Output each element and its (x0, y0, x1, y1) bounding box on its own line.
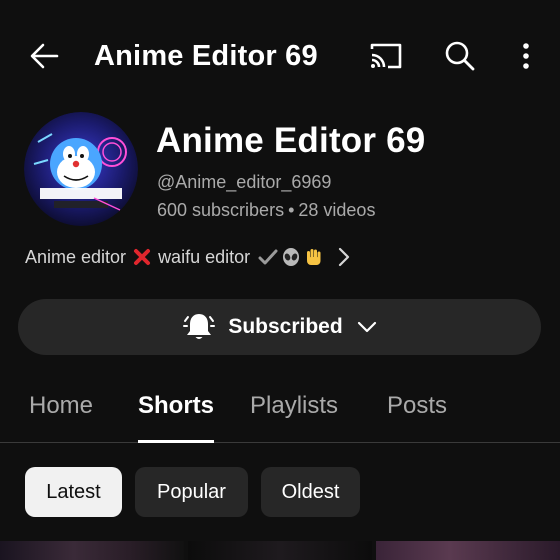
chevron-down-icon (357, 321, 376, 333)
tab-playlists[interactable]: Playlists (250, 378, 338, 442)
cast-icon (370, 43, 402, 69)
filter-chip-latest[interactable]: Latest (25, 467, 122, 517)
subscribed-button[interactable]: Subscribed (18, 299, 541, 355)
back-button[interactable] (22, 36, 66, 76)
stats-separator: • (288, 200, 295, 220)
check-mark-icon (258, 248, 278, 266)
channel-tabs: Home Shorts Playlists Posts (0, 378, 560, 443)
cross-mark-icon (133, 248, 151, 266)
channel-stats: 600 subscribers • 28 videos (157, 199, 375, 221)
channel-description[interactable]: Anime editor waifu editor (25, 242, 350, 272)
arrow-left-icon (30, 43, 59, 69)
raised-hand-icon (304, 247, 324, 267)
chevron-right-icon (338, 247, 350, 267)
filter-chip-oldest[interactable]: Oldest (261, 467, 360, 517)
more-options-button[interactable] (506, 36, 546, 76)
more-vertical-icon (523, 43, 529, 69)
tab-shorts[interactable]: Shorts (138, 378, 215, 443)
short-thumbnail[interactable] (0, 541, 184, 560)
top-bar: Anime Editor 69 (0, 0, 560, 112)
description-text-2: waifu editor (158, 246, 251, 267)
description-text-1: Anime editor (25, 246, 127, 267)
short-thumbnail[interactable] (188, 541, 372, 560)
cast-button[interactable] (364, 36, 408, 76)
alien-icon (281, 247, 301, 267)
subscribed-label: Subscribed (228, 315, 343, 338)
channel-avatar[interactable] (24, 112, 138, 226)
short-thumbnail[interactable] (376, 541, 560, 560)
channel-handle: @Anime_editor_6969 (157, 172, 332, 192)
subscriber-count: 600 subscribers (157, 200, 285, 220)
filter-chip-popular[interactable]: Popular (135, 467, 248, 517)
page-title: Anime Editor 69 (94, 40, 318, 72)
search-button[interactable] (438, 34, 482, 78)
tab-posts[interactable]: Posts (387, 378, 447, 442)
channel-name: Anime Editor 69 (156, 121, 426, 160)
bell-icon (183, 314, 216, 339)
search-icon (445, 41, 475, 71)
tab-home[interactable]: Home (29, 378, 93, 442)
video-count: 28 videos (298, 200, 376, 220)
shorts-grid (0, 541, 560, 560)
